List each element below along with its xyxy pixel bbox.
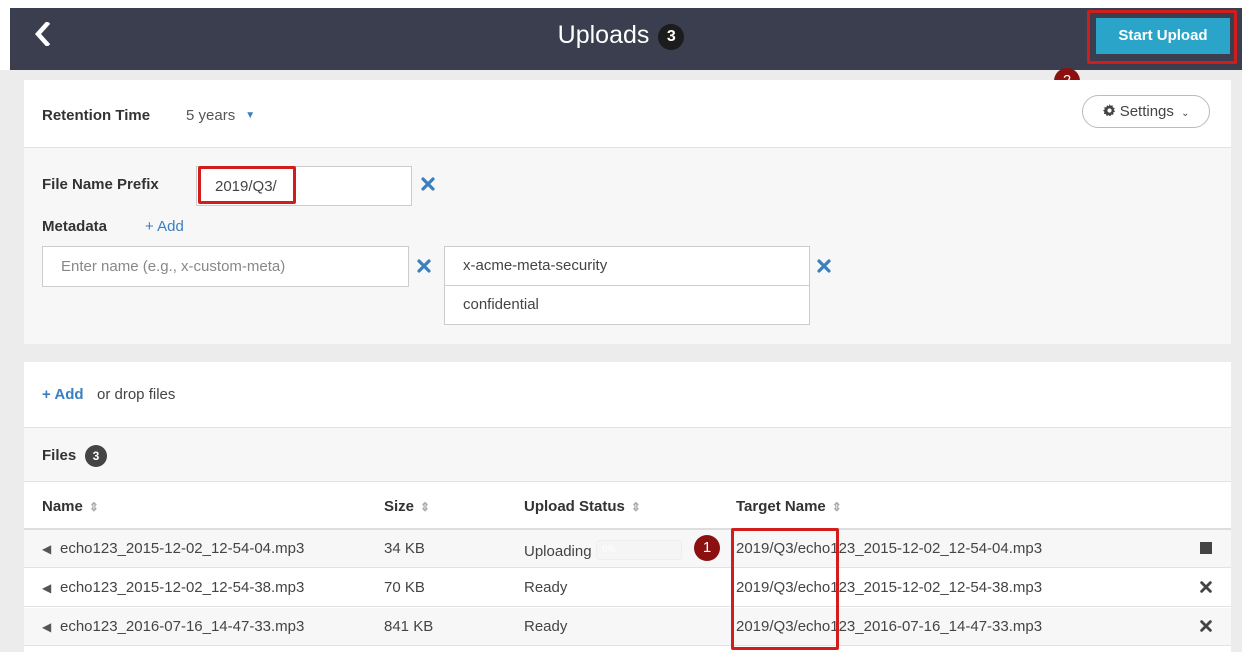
start-upload-button[interactable]: Start Upload bbox=[1096, 18, 1230, 54]
retention-value: 5 years bbox=[186, 107, 236, 124]
upload-progress-label: 0% bbox=[602, 544, 616, 554]
files-heading-row: Files 3 bbox=[24, 428, 1231, 482]
upload-status: Uploading bbox=[524, 543, 592, 560]
column-target-label: Target Name bbox=[736, 498, 826, 515]
file-name: echo123_2015-12-02_12-54-04.mp3 bbox=[60, 540, 305, 557]
file-name-cell: ◀ echo123_2016-07-16_14-47-33.mp3 bbox=[42, 618, 304, 635]
drop-files-text: or drop files bbox=[97, 386, 176, 403]
chevron-down-icon: ⌄ bbox=[1181, 108, 1190, 119]
target-name: 2019/Q3/echo123_2016-07-16_14-47-33.mp3 bbox=[736, 618, 1043, 635]
file-name-cell: ◀ echo123_2015-12-02_12-54-04.mp3 bbox=[42, 540, 304, 557]
audio-icon: ◀ bbox=[42, 620, 52, 634]
column-target[interactable]: Target Name ⇕ bbox=[736, 498, 842, 515]
file-size: 70 KB bbox=[384, 579, 425, 596]
clear-metadata-name-icon[interactable] bbox=[416, 258, 432, 274]
column-name-label: Name bbox=[42, 498, 83, 515]
retention-row: Retention Time 5 years ▼ Settings ⌄ bbox=[24, 80, 1231, 148]
retention-dropdown[interactable]: 5 years ▼ bbox=[186, 107, 255, 124]
upload-status: Ready bbox=[524, 579, 568, 596]
sort-icon: ⇕ bbox=[630, 500, 641, 514]
settings-label: Settings bbox=[1119, 103, 1174, 120]
files-panel: + Add or drop files Files 3 Name ⇕ Size ⇕ … bbox=[24, 362, 1231, 652]
add-files-link[interactable]: + Add bbox=[42, 386, 84, 403]
column-size-label: Size bbox=[384, 498, 415, 515]
caret-down-icon: ▼ bbox=[245, 110, 256, 121]
column-status[interactable]: Upload Status ⇕ bbox=[524, 498, 641, 515]
target-name: 2019/Q3/echo123_2015-12-02_12-54-04.mp3 bbox=[736, 540, 1043, 557]
uploads-count-badge: 3 bbox=[658, 24, 685, 50]
metadata-key-field[interactable]: x-acme-meta-security bbox=[444, 246, 810, 286]
prefix-input[interactable] bbox=[196, 166, 412, 206]
column-status-label: Upload Status bbox=[524, 498, 625, 515]
table-row: ◀ echo123_2016-07-16_14-47-33.mp3 841 KB … bbox=[24, 608, 1231, 646]
remove-metadata-icon[interactable] bbox=[816, 258, 832, 274]
sort-icon: ⇕ bbox=[88, 500, 99, 514]
upload-status: Ready bbox=[524, 618, 568, 635]
table-row: ◀ echo123_2015-12-02_12-54-38.mp3 70 KB R… bbox=[24, 569, 1231, 607]
audio-icon: ◀ bbox=[42, 581, 52, 595]
metadata-label: Metadata bbox=[42, 218, 108, 235]
table-row: ◀ echo123_2015-12-02_12-54-04.mp3 34 KB U… bbox=[24, 530, 1231, 568]
prefix-label: File Name Prefix bbox=[42, 176, 159, 193]
file-size: 34 KB bbox=[384, 540, 425, 557]
upload-status-cell: Uploading 0% bbox=[524, 540, 682, 560]
metadata-value-field[interactable]: confidential bbox=[444, 285, 810, 325]
step-marker-1: 1 bbox=[694, 535, 720, 561]
page-title-text: Uploads bbox=[557, 21, 650, 49]
close-icon[interactable] bbox=[1199, 580, 1213, 594]
prefix-metadata-section: File Name Prefix Metadata + Add x-acme-m… bbox=[24, 148, 1231, 344]
column-name[interactable]: Name ⇕ bbox=[42, 498, 99, 515]
target-name: 2019/Q3/echo123_2015-12-02_12-54-38.mp3 bbox=[736, 579, 1043, 596]
gear-icon bbox=[1102, 104, 1115, 117]
add-metadata-link[interactable]: + Add bbox=[145, 218, 184, 235]
files-label: Files bbox=[42, 447, 77, 464]
column-size[interactable]: Size ⇕ bbox=[384, 498, 430, 515]
sort-icon: ⇕ bbox=[420, 500, 431, 514]
stop-icon[interactable] bbox=[1199, 541, 1213, 555]
upload-progress-bar: 0% bbox=[595, 540, 682, 560]
top-bar: Uploads 3 Start Upload bbox=[0, 0, 1242, 70]
clear-prefix-icon[interactable] bbox=[420, 176, 436, 192]
files-table-header: Name ⇕ Size ⇕ Upload Status ⇕ Target Name ⇕ bbox=[24, 482, 1231, 530]
file-size: 841 KB bbox=[384, 618, 434, 635]
audio-icon: ◀ bbox=[42, 542, 52, 556]
file-name: echo123_2015-12-02_12-54-38.mp3 bbox=[60, 579, 305, 596]
page-title: Uploads 3 bbox=[0, 20, 1242, 50]
file-name: echo123_2016-07-16_14-47-33.mp3 bbox=[60, 618, 305, 635]
metadata-name-input[interactable] bbox=[42, 246, 409, 287]
settings-button[interactable]: Settings ⌄ bbox=[1082, 95, 1210, 128]
file-name-cell: ◀ echo123_2015-12-02_12-54-38.mp3 bbox=[42, 579, 304, 596]
sort-icon: ⇕ bbox=[831, 500, 842, 514]
add-files-row: + Add or drop files bbox=[24, 362, 1231, 428]
upload-options-panel: Retention Time 5 years ▼ Settings ⌄ File … bbox=[24, 80, 1231, 344]
files-count-badge: 3 bbox=[85, 445, 107, 467]
close-icon[interactable] bbox=[1199, 619, 1213, 633]
retention-label: Retention Time bbox=[42, 107, 151, 124]
